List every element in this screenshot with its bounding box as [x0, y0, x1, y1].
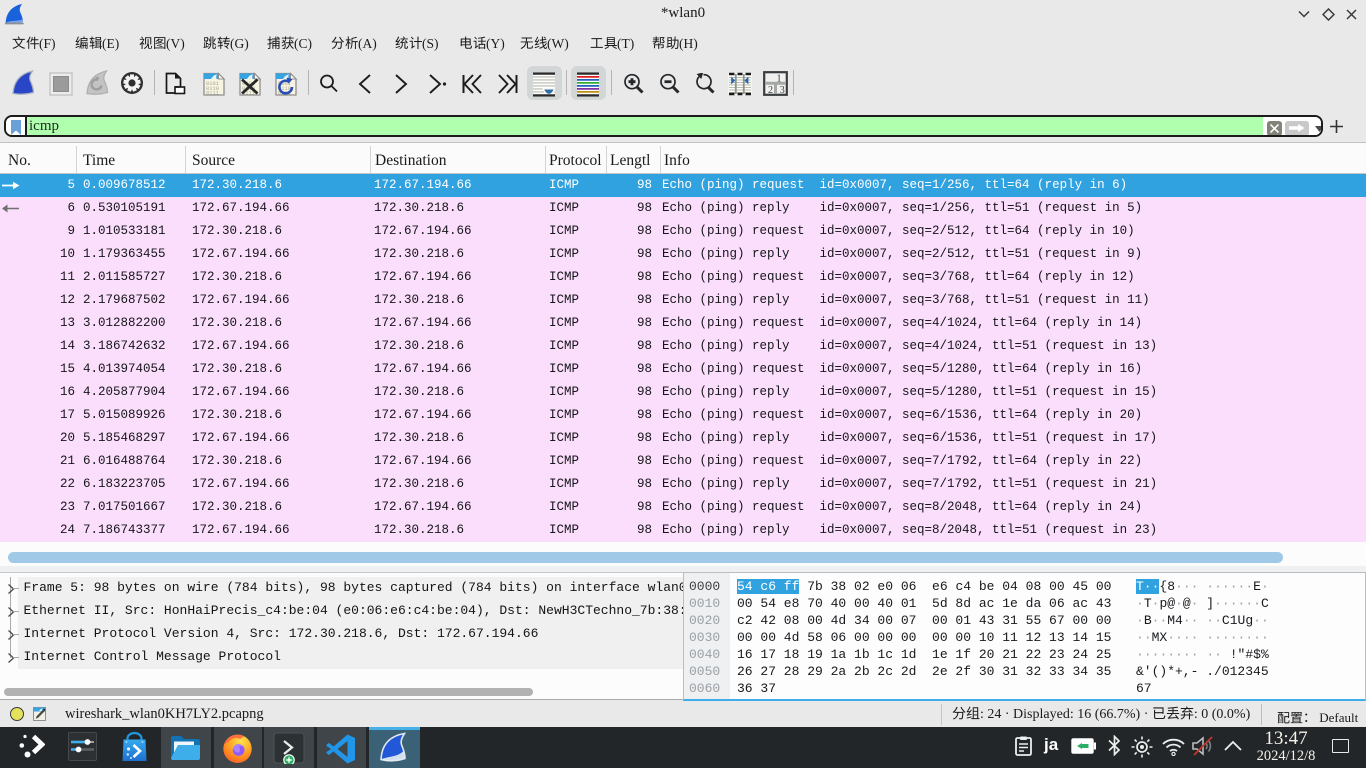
svg-text:2: 2 — [768, 85, 773, 96]
svg-text:1: 1 — [777, 74, 782, 85]
svg-text:0111: 0111 — [206, 91, 219, 96]
svg-text:3: 3 — [780, 85, 785, 96]
